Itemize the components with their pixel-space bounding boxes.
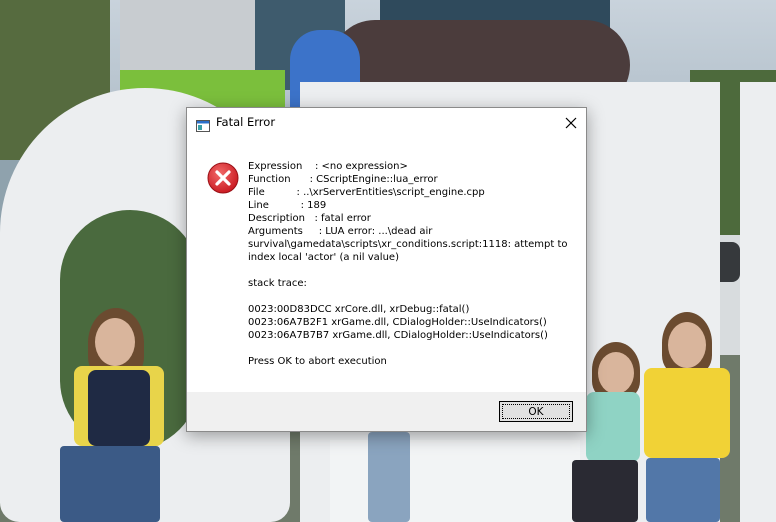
- desktop-background: Fatal Error Expression: <no expression>…: [0, 0, 776, 522]
- error-message: Expression : <no expression> Function : …: [248, 161, 568, 367]
- dialog-content: Expression : <no expression> Function : …: [187, 138, 586, 392]
- background-building: [120, 0, 260, 70]
- ok-button[interactable]: OK: [499, 401, 573, 422]
- error-x-icon: [207, 162, 239, 194]
- dialog-title: Fatal Error: [216, 115, 276, 129]
- dialog-titlebar[interactable]: Fatal Error: [187, 108, 586, 138]
- close-icon: [565, 114, 577, 133]
- dialog-footer: OK: [187, 392, 586, 431]
- fatal-error-dialog: Fatal Error Expression: <no expression>…: [186, 107, 587, 432]
- background-letter-sculpture: [740, 82, 776, 522]
- window-icon: [196, 117, 210, 132]
- close-button[interactable]: [556, 108, 586, 138]
